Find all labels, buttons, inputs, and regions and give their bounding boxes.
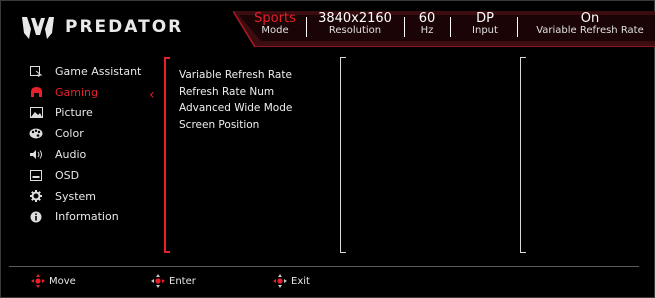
footer-move-label: Move [49, 275, 76, 287]
mode-value: Sports [254, 11, 296, 26]
option-column-bracket [520, 57, 526, 253]
brand-logo-text: PREDATOR [65, 17, 184, 37]
resolution-value: 3840x2160 [318, 11, 392, 26]
input-label: Input [472, 25, 498, 36]
sidebar-item-game-assistant[interactable]: Game Assistant [29, 61, 154, 82]
submenu-item-advanced-wide-mode[interactable]: Advanced Wide Mode [179, 100, 292, 117]
sidebar-item-label: OSD [55, 168, 80, 182]
joystick-exit-icon [273, 274, 287, 288]
vrr-label: Variable Refresh Rate [536, 25, 644, 36]
sidebar-item-system[interactable]: System [29, 186, 154, 207]
sidebar-item-information[interactable]: Information [29, 207, 154, 228]
sidebar-item-label: Audio [55, 148, 87, 162]
footer-enter[interactable]: Enter [151, 274, 196, 288]
header-vrr: On Variable Refresh Rate [526, 11, 654, 37]
value-column-bracket [340, 57, 346, 253]
sidebar-item-label: Gaming [55, 85, 98, 99]
joystick-move-icon [31, 274, 45, 288]
footer-exit[interactable]: Exit [273, 274, 310, 288]
refresh-label: Hz [420, 25, 434, 36]
footer-exit-label: Exit [291, 275, 310, 287]
header-refresh: 60 Hz [411, 11, 443, 37]
header-separator [306, 17, 307, 37]
submenu-item-variable-refresh-rate[interactable]: Variable Refresh Rate [179, 67, 292, 84]
header-input: DP Input [463, 11, 507, 37]
header: PREDATOR Sports Mode 3840x2160 Resolutio… [1, 1, 655, 49]
footer-divider [9, 266, 639, 267]
sidebar-item-picture[interactable]: Picture [29, 103, 154, 124]
gear-icon [29, 190, 43, 203]
footer-enter-label: Enter [169, 275, 196, 287]
sidebar-item-label: Color [55, 127, 84, 141]
speaker-icon [29, 149, 43, 161]
header-separator [450, 17, 451, 37]
sidebar-item-label: Information [55, 210, 119, 224]
submenu-bracket [164, 57, 170, 253]
active-chevron-left-icon: ‹ [149, 87, 155, 103]
main-menu: Game Assistant Gaming Picture Color Audi… [24, 61, 154, 228]
joystick-enter-icon [151, 274, 165, 288]
footer-controls: Move Enter Exit [1, 271, 655, 291]
header-separator [404, 17, 405, 37]
gaming-helmet-icon [29, 86, 43, 98]
game-assistant-icon [29, 65, 43, 77]
header-resolution: 3840x2160 Resolution [314, 11, 396, 37]
header-mode: Sports Mode [253, 11, 297, 37]
osd-icon [29, 169, 43, 181]
info-icon [29, 211, 43, 223]
input-value: DP [476, 11, 494, 26]
sidebar-item-audio[interactable]: Audio [29, 144, 154, 165]
osd-window: PREDATOR Sports Mode 3840x2160 Resolutio… [0, 0, 655, 298]
predator-logo-icon [22, 17, 54, 39]
sidebar-item-osd[interactable]: OSD [29, 165, 154, 186]
sidebar-item-gaming[interactable]: Gaming [24, 82, 154, 103]
resolution-label: Resolution [328, 25, 382, 36]
sidebar-item-label: Game Assistant [55, 64, 142, 78]
footer-move[interactable]: Move [31, 274, 76, 288]
mode-label: Mode [261, 25, 289, 36]
sidebar-item-label: Picture [55, 106, 93, 120]
gaming-submenu: Variable Refresh Rate Refresh Rate Num A… [179, 67, 292, 133]
refresh-value: 60 [418, 11, 436, 26]
submenu-item-screen-position[interactable]: Screen Position [179, 117, 292, 134]
header-separator [517, 17, 518, 37]
color-palette-icon [29, 128, 43, 140]
picture-icon [29, 107, 43, 119]
vrr-value: On [580, 11, 600, 26]
sidebar-item-color[interactable]: Color [29, 123, 154, 144]
submenu-item-refresh-rate-num[interactable]: Refresh Rate Num [179, 84, 292, 101]
sidebar-item-label: System [55, 189, 97, 203]
